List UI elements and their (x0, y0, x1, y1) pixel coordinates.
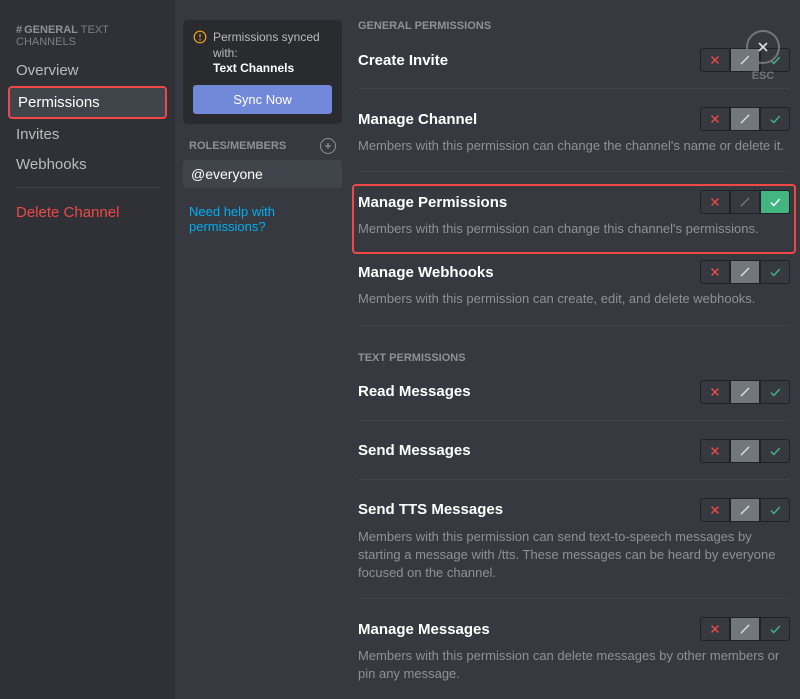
close-area: ESC (746, 30, 780, 82)
toggle-neutral[interactable] (730, 107, 760, 131)
perm-desc: Members with this permission can change … (358, 220, 790, 238)
toggle-deny[interactable] (700, 260, 730, 284)
toggle-allow[interactable] (760, 190, 790, 214)
perm-title: Manage Channel (358, 111, 477, 128)
toggle-allow[interactable] (760, 617, 790, 641)
sidebar-item-delete-channel[interactable]: Delete Channel (8, 198, 167, 227)
perm-toggle-manage-messages[interactable] (700, 617, 790, 641)
perm-create-invite: Create Invite (358, 48, 790, 89)
perm-desc: Members with this permission can delete … (358, 647, 790, 683)
perm-send-messages: Send Messages (358, 439, 790, 480)
perm-toggle-manage-webhooks[interactable] (700, 260, 790, 284)
perm-toggle-manage-channel[interactable] (700, 107, 790, 131)
role-everyone[interactable]: @everyone (183, 160, 342, 188)
perm-title: Manage Messages (358, 621, 490, 638)
add-role-icon[interactable] (320, 138, 336, 154)
settings-sidebar: #GENERAL TEXT CHANNELS Overview Permissi… (0, 0, 175, 699)
toggle-deny[interactable] (700, 380, 730, 404)
perm-title: Manage Webhooks (358, 264, 494, 281)
text-permissions-heading: TEXT PERMISSIONS (358, 352, 790, 364)
perm-title: Create Invite (358, 52, 448, 69)
toggle-deny[interactable] (700, 48, 730, 72)
sidebar-header: #GENERAL TEXT CHANNELS (8, 20, 167, 56)
close-button[interactable] (746, 30, 780, 64)
toggle-neutral[interactable] (730, 498, 760, 522)
perm-desc: Members with this permission can change … (358, 137, 790, 155)
toggle-allow[interactable] (760, 260, 790, 284)
roles-column: Permissions synced with: Text Channels S… (175, 0, 350, 699)
warning-icon (193, 30, 207, 77)
perm-toggle-read-messages[interactable] (700, 380, 790, 404)
hash-icon: # (16, 24, 22, 36)
sync-text: Permissions synced with: Text Channels (213, 30, 332, 77)
toggle-neutral[interactable] (730, 439, 760, 463)
help-permissions-link[interactable]: Need help with permissions? (183, 188, 342, 250)
toggle-deny[interactable] (700, 107, 730, 131)
perm-manage-channel: Manage Channel Members with this permiss… (358, 107, 790, 172)
perm-desc: Members with this permission can send te… (358, 528, 790, 583)
perm-desc: Members with this permission can create,… (358, 290, 790, 308)
sidebar-item-permissions[interactable]: Permissions (8, 86, 167, 119)
toggle-allow[interactable] (760, 498, 790, 522)
esc-label: ESC (746, 70, 780, 82)
perm-toggle-send-messages[interactable] (700, 439, 790, 463)
sidebar-item-webhooks[interactable]: Webhooks (8, 150, 167, 179)
perm-toggle-send-tts[interactable] (700, 498, 790, 522)
toggle-neutral[interactable] (730, 617, 760, 641)
toggle-neutral[interactable] (730, 380, 760, 404)
perm-title: Send TTS Messages (358, 501, 503, 518)
perm-manage-messages: Manage Messages Members with this permis… (358, 617, 790, 699)
sidebar-item-invites[interactable]: Invites (8, 120, 167, 149)
toggle-deny[interactable] (700, 617, 730, 641)
perm-toggle-manage-permissions[interactable] (700, 190, 790, 214)
perm-title: Send Messages (358, 442, 471, 459)
perm-read-messages: Read Messages (358, 380, 790, 421)
perm-manage-permissions: Manage Permissions Members with this per… (358, 190, 790, 238)
sidebar-item-overview[interactable]: Overview (8, 56, 167, 85)
general-permissions-heading: GENERAL PERMISSIONS (358, 20, 790, 32)
sync-panel: Permissions synced with: Text Channels S… (183, 20, 342, 124)
toggle-allow[interactable] (760, 439, 790, 463)
toggle-neutral[interactable] (730, 190, 760, 214)
toggle-allow[interactable] (760, 107, 790, 131)
perm-title: Read Messages (358, 383, 471, 400)
perm-send-tts: Send TTS Messages Members with this perm… (358, 498, 790, 600)
permissions-main: GENERAL PERMISSIONS Create Invite Manage… (350, 0, 800, 699)
sync-now-button[interactable]: Sync Now (193, 85, 332, 114)
perm-title: Manage Permissions (358, 194, 507, 211)
highlight-manage-permissions: Manage Permissions Members with this per… (352, 184, 796, 254)
roles-members-header: ROLES/MEMBERS (183, 138, 342, 160)
toggle-allow[interactable] (760, 380, 790, 404)
toggle-deny[interactable] (700, 190, 730, 214)
toggle-deny[interactable] (700, 439, 730, 463)
perm-manage-webhooks: Manage Webhooks Members with this permis… (358, 260, 790, 325)
toggle-neutral[interactable] (730, 260, 760, 284)
sidebar-divider (16, 187, 159, 188)
toggle-deny[interactable] (700, 498, 730, 522)
